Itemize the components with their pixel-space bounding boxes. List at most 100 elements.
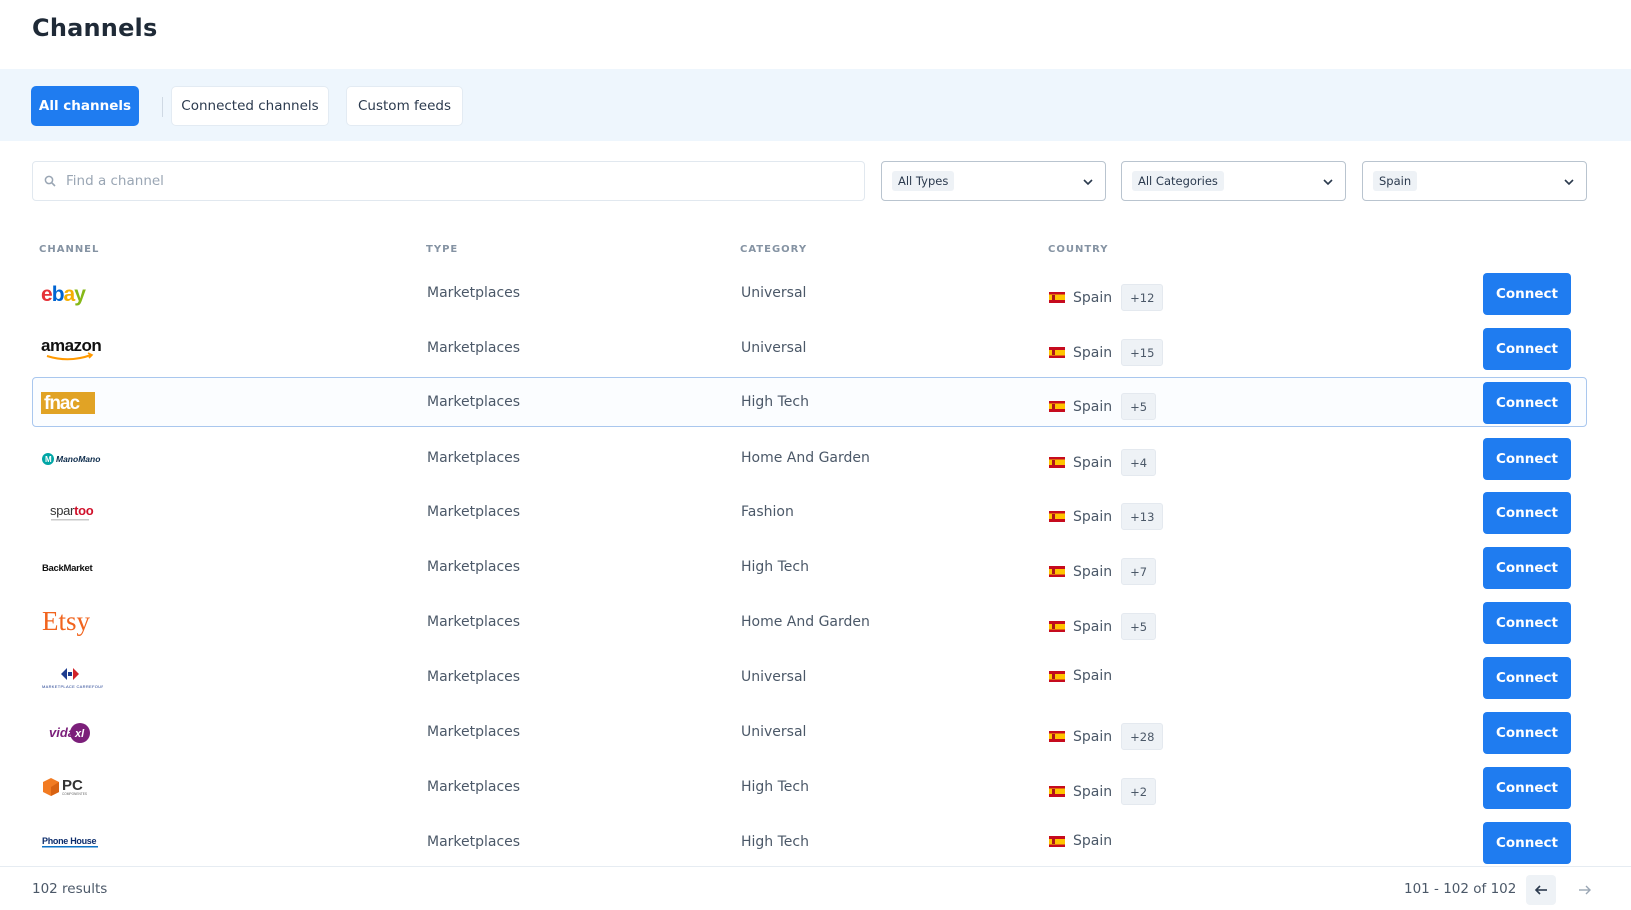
country-name: Spain — [1073, 833, 1113, 849]
more-countries-badge: +5 — [1121, 393, 1157, 420]
chevron-down-icon — [1083, 179, 1093, 186]
channel-type: Marketplaces — [427, 394, 521, 410]
fnac-logo-image: fnac — [41, 392, 95, 414]
pccomponentes-logo: PC COMPONENTES — [39, 771, 109, 805]
svg-text:fnac: fnac — [44, 393, 81, 414]
channel-country: Spain +5 — [1049, 393, 1157, 420]
backmarket-logo-image: BackMarket — [42, 563, 94, 574]
more-countries-badge: +13 — [1121, 503, 1164, 530]
vidaxl-logo: vida xl — [39, 716, 109, 750]
category-filter-select[interactable]: All Categories — [1121, 161, 1346, 201]
more-countries-badge: +12 — [1121, 284, 1164, 311]
backmarket-logo: BackMarket — [39, 551, 109, 585]
channel-type: Marketplaces — [427, 669, 521, 685]
country-name: Spain — [1073, 454, 1113, 471]
page-title: Channels — [32, 14, 158, 42]
type-filter-select[interactable]: All Types — [881, 161, 1106, 201]
channel-country: Spain +13 — [1049, 503, 1164, 530]
connect-button[interactable]: Connect — [1483, 438, 1571, 480]
connect-button[interactable]: Connect — [1483, 273, 1571, 315]
channel-country: Spain +4 — [1049, 449, 1157, 476]
table-row: spartoo Marketplaces Fashion Spain +13 Co… — [32, 487, 1587, 537]
connect-button[interactable]: Connect — [1483, 602, 1571, 644]
connect-button[interactable]: Connect — [1483, 382, 1571, 424]
table-row: M ManoMano Marketplaces Home And Garden … — [32, 433, 1587, 483]
channel-category: High Tech — [741, 779, 809, 795]
table-row: PC COMPONENTES Marketplaces High Tech Sp… — [32, 762, 1587, 812]
ebay-logo-image: ebay — [41, 283, 87, 306]
svg-text:amazon: amazon — [41, 336, 101, 355]
ebay-logo: ebay — [39, 277, 109, 311]
spain-flag-icon — [1049, 835, 1065, 847]
connect-button[interactable]: Connect — [1483, 822, 1571, 864]
channel-category: Universal — [741, 285, 807, 301]
manomano-logo-image: M ManoMano — [42, 453, 100, 465]
country-name: Spain — [1073, 398, 1113, 415]
country-name: Spain — [1073, 728, 1113, 745]
search-box[interactable] — [32, 161, 865, 201]
country-filter-select[interactable]: Spain — [1362, 161, 1587, 201]
spartoo-logo-image: spartoo — [50, 503, 94, 521]
channel-type: Marketplaces — [427, 285, 521, 301]
channel-country: Spain +12 — [1049, 284, 1164, 311]
pccomponentes-logo-image: PC COMPONENTES — [43, 777, 87, 796]
results-count: 102 results — [32, 881, 108, 897]
connect-button[interactable]: Connect — [1483, 492, 1571, 534]
channel-type: Marketplaces — [427, 614, 521, 630]
table-row: MARKETPLACE CARREFOUR Marketplaces Unive… — [32, 652, 1587, 702]
channel-category: Universal — [741, 340, 807, 356]
svg-text:MARKETPLACE CARREFOUR: MARKETPLACE CARREFOUR — [42, 684, 103, 689]
svg-text:ManoMano: ManoMano — [56, 454, 100, 464]
spain-flag-icon — [1049, 670, 1065, 682]
spain-flag-icon — [1049, 347, 1065, 358]
country-name: Spain — [1073, 618, 1113, 635]
tabs-bar: All channels Connected channels Custom f… — [0, 69, 1631, 141]
manomano-logo: M ManoMano — [39, 442, 109, 476]
channel-country: Spain +5 — [1049, 613, 1157, 640]
connect-button[interactable]: Connect — [1483, 328, 1571, 370]
channel-category: Universal — [741, 669, 807, 685]
country-name: Spain — [1073, 508, 1113, 525]
channel-country: Spain +15 — [1049, 339, 1164, 366]
table-row: vida xl Marketplaces Universal Spain +28 … — [32, 707, 1587, 757]
svg-text:spartoo: spartoo — [50, 503, 94, 518]
arrow-left-icon — [1534, 885, 1547, 895]
phonehouse-logo: Phone House — [39, 826, 109, 860]
channel-type: Marketplaces — [427, 504, 521, 520]
connect-button[interactable]: Connect — [1483, 712, 1571, 754]
previous-page-button[interactable] — [1526, 875, 1556, 905]
carrefour-logo: MARKETPLACE CARREFOUR — [39, 661, 109, 695]
spain-flag-icon — [1049, 566, 1065, 577]
table-row: amazon Marketplaces Universal Spain +15 C… — [32, 323, 1587, 373]
more-countries-badge: +5 — [1121, 613, 1157, 640]
channel-country: Spain — [1049, 668, 1112, 684]
tab-connected-channels[interactable]: Connected channels — [171, 86, 329, 126]
more-countries-badge: +4 — [1121, 449, 1157, 476]
channel-category: Fashion — [741, 504, 794, 520]
column-header-country: COUNTRY — [1048, 244, 1109, 255]
connect-button[interactable]: Connect — [1483, 547, 1571, 589]
connect-button[interactable]: Connect — [1483, 767, 1571, 809]
chevron-down-icon — [1323, 179, 1333, 186]
more-countries-badge: +7 — [1121, 558, 1157, 585]
table-row: Etsy Marketplaces Home And Garden Spain +… — [32, 597, 1587, 647]
category-filter-value: All Categories — [1132, 171, 1224, 191]
search-input[interactable] — [66, 173, 826, 189]
table-row: Phone House Marketplaces High Tech Spain… — [32, 817, 1587, 867]
amazon-logo-image: amazon — [41, 336, 102, 361]
channel-category: Home And Garden — [741, 614, 870, 630]
next-page-button[interactable] — [1570, 875, 1600, 905]
page-range: 101 - 102 of 102 — [1404, 881, 1517, 897]
pagination-footer: 102 results 101 - 102 of 102 — [0, 866, 1631, 910]
connect-button[interactable]: Connect — [1483, 657, 1571, 699]
column-header-category: CATEGORY — [740, 244, 808, 255]
tab-custom-feeds[interactable]: Custom feeds — [346, 86, 463, 126]
table-row: BackMarket Marketplaces High Tech Spain +… — [32, 542, 1587, 592]
svg-text:Etsy: Etsy — [42, 607, 91, 636]
channel-type: Marketplaces — [427, 559, 521, 575]
country-name: Spain — [1073, 668, 1113, 684]
spartoo-logo: spartoo — [39, 496, 109, 530]
svg-text:BackMarket: BackMarket — [42, 563, 93, 574]
svg-text:vida: vida — [49, 725, 75, 740]
tab-all-channels[interactable]: All channels — [31, 86, 139, 126]
